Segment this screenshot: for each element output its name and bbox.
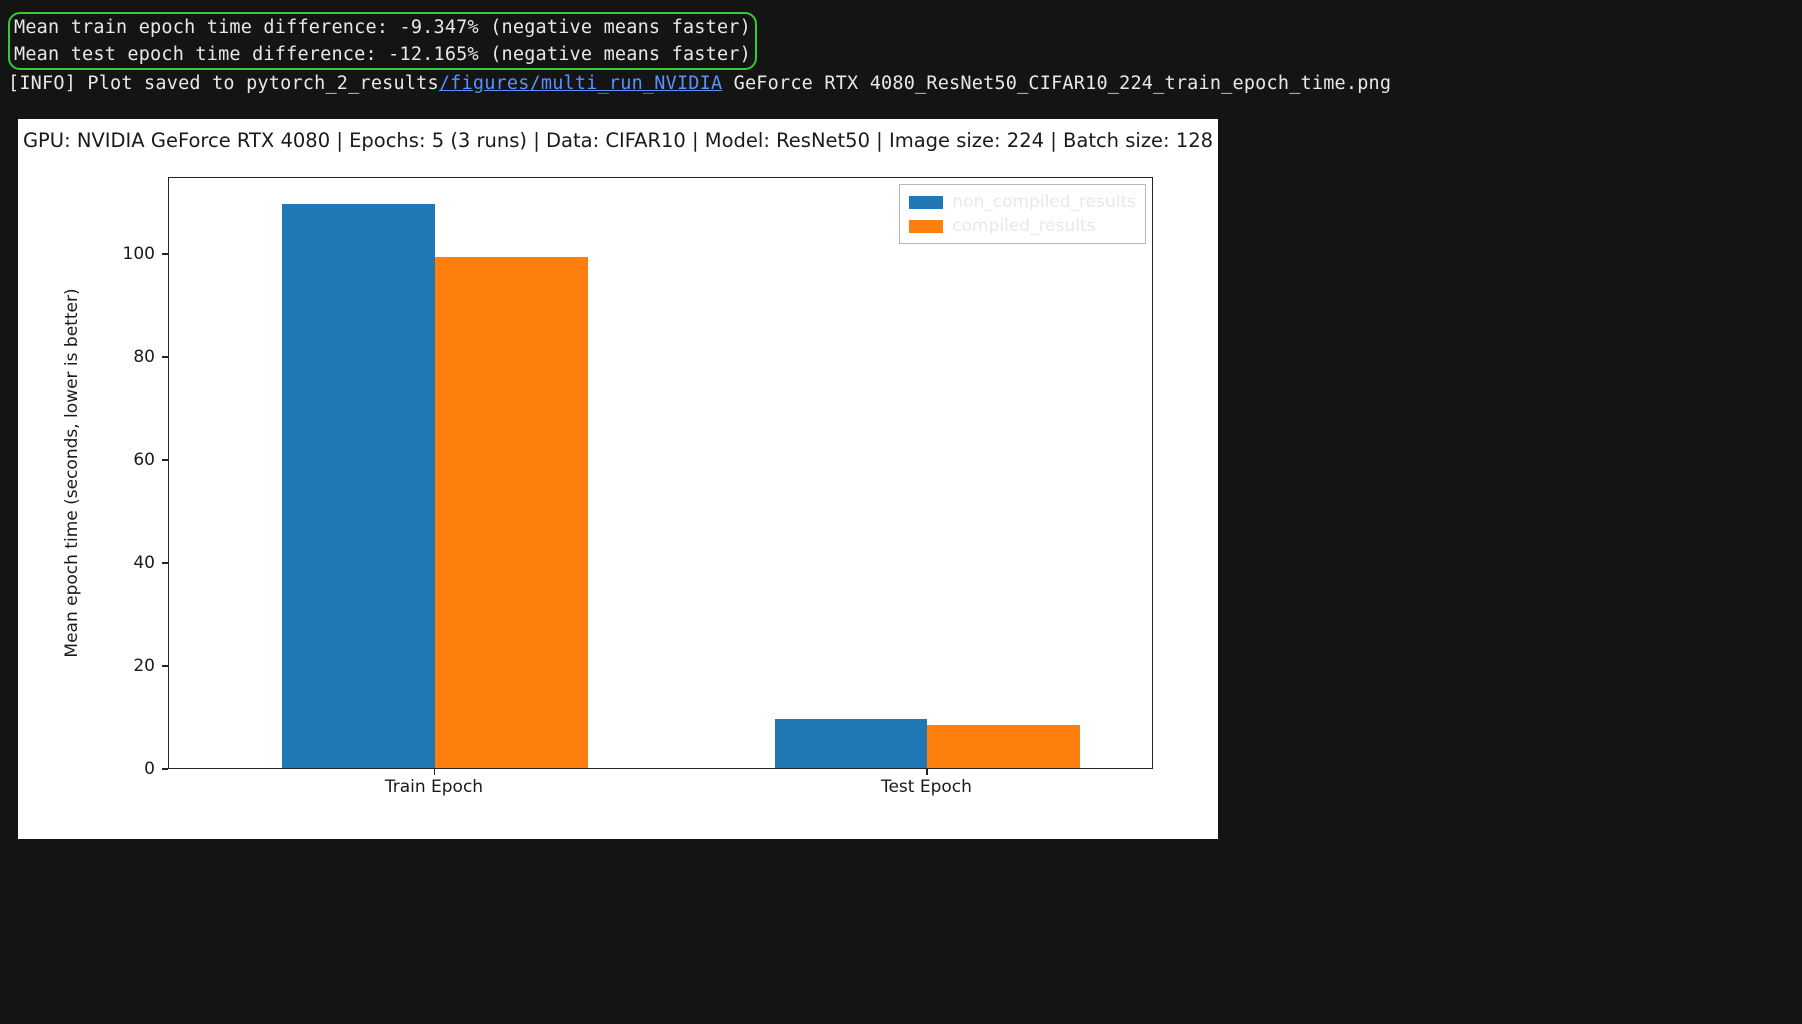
x-tick-label: Train Epoch [385, 777, 483, 797]
x-tick-mark [434, 769, 436, 775]
train-diff-line: Mean train epoch time difference: -9.347… [14, 14, 751, 41]
legend-swatch-noncompiled [909, 196, 943, 209]
bar-non_compiled_results [282, 204, 435, 768]
x-tick-label: Test Epoch [881, 777, 972, 797]
plot-area: non_compiled_results compiled_results [168, 177, 1153, 769]
chart-title: GPU: NVIDIA GeForce RTX 4080 | Epochs: 5… [18, 129, 1218, 152]
y-tick-label: 100 [123, 244, 155, 264]
y-tick-mark [162, 665, 168, 667]
info-prefix: [INFO] Plot saved to pytorch_2_results [8, 73, 439, 94]
y-tick-label: 0 [144, 759, 155, 779]
test-diff-line: Mean test epoch time difference: -12.165… [14, 41, 751, 68]
x-tick-mark [926, 769, 928, 775]
y-ticks: 020406080100 [18, 177, 163, 769]
info-line: [INFO] Plot saved to pytorch_2_results/f… [8, 70, 1794, 97]
path-link[interactable]: /figures/multi_run_NVIDIA [439, 73, 722, 94]
bar-non_compiled_results [775, 719, 928, 768]
info-suffix: GeForce RTX 4080_ResNet50_CIFAR10_224_tr… [722, 73, 1391, 94]
bar-compiled_results [927, 725, 1080, 768]
legend-label: non_compiled_results [952, 192, 1136, 212]
y-tick-mark [162, 562, 168, 564]
highlighted-lines: Mean train epoch time difference: -9.347… [8, 12, 757, 70]
legend-label: compiled_results [952, 216, 1095, 236]
y-tick-mark [162, 459, 168, 461]
y-tick-label: 60 [133, 450, 155, 470]
y-tick-label: 20 [133, 656, 155, 676]
legend-swatch-compiled [909, 220, 943, 233]
y-tick-mark [162, 768, 168, 770]
legend-item: compiled_results [909, 214, 1136, 238]
terminal-output: Mean train epoch time difference: -9.347… [0, 0, 1802, 105]
chart-legend: non_compiled_results compiled_results [899, 184, 1146, 244]
y-tick-label: 80 [133, 347, 155, 367]
bar-compiled_results [435, 257, 588, 768]
legend-item: non_compiled_results [909, 190, 1136, 214]
y-tick-mark [162, 253, 168, 255]
y-tick-mark [162, 356, 168, 358]
y-tick-label: 40 [133, 553, 155, 573]
chart-image: GPU: NVIDIA GeForce RTX 4080 | Epochs: 5… [18, 119, 1218, 839]
